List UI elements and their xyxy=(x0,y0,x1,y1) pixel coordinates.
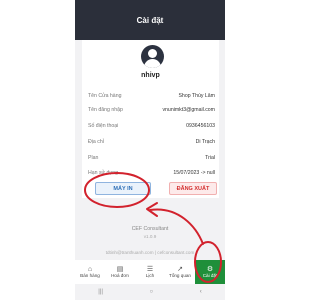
avatar-icon xyxy=(141,45,164,68)
nav-item-label: Tổng quan xyxy=(169,272,191,278)
logout-button[interactable]: ĐĂNG XUẤT xyxy=(169,182,217,195)
info-label: Số điện thoại xyxy=(88,123,119,129)
info-row-plan: Plan Trial xyxy=(88,152,215,164)
info-label: Tên Cửa hàng xyxy=(88,93,122,99)
nav-item-overview[interactable]: ↗ Tổng quan xyxy=(165,260,195,284)
nav-item-label: Lịch xyxy=(145,272,155,278)
info-value: Shop Thúy Lâm xyxy=(178,93,215,99)
nav-item-label: Cài đặt xyxy=(202,272,218,278)
profile-card: nhivp Tên Cửa hàng Shop Thúy Lâm Tên đăn… xyxy=(82,40,219,198)
username: nhivp xyxy=(141,72,160,79)
info-label: Địa chỉ xyxy=(88,139,104,145)
bottom-nav: ⌂ Bán hàng ▤ Hoá đơn ☰ Lịch ↗ Tổng quan … xyxy=(75,260,225,284)
footer-version: v1.0.9 xyxy=(143,234,157,239)
info-row-login: Tên đăng nhập vnunimkt3@gmail.com xyxy=(88,104,215,116)
phone-screen: Cài đặt nhivp Tên Cửa hàng Shop Thúy Lâm… xyxy=(75,0,225,300)
nav-item-calendar[interactable]: ☰ Lịch xyxy=(135,260,165,284)
info-row-store: Tên Cửa hàng Shop Thúy Lâm xyxy=(88,90,215,102)
nav-item-settings[interactable]: ⚙ Cài đặt xyxy=(195,260,225,284)
footer-contact: tdtinh@tranthuanh.com | cefconsultant.co… xyxy=(105,250,195,255)
info-value: vnunimkt3@gmail.com xyxy=(162,107,215,113)
logout-button-label: ĐĂNG XUẤT xyxy=(176,185,210,192)
nav-item-label: Hoá đơn xyxy=(111,272,129,278)
nav-item-sales[interactable]: ⌂ Bán hàng xyxy=(75,260,105,284)
store-icon: ⌂ xyxy=(87,265,93,273)
settings-icon: ⚙ xyxy=(206,265,214,273)
info-label: Tên đăng nhập xyxy=(88,107,123,113)
nav-item-invoices[interactable]: ▤ Hoá đơn xyxy=(105,260,135,284)
info-value: Trial xyxy=(205,155,215,161)
system-nav-bar: ||| ○ ‹ xyxy=(75,284,225,300)
info-row-address: Địa chỉ Di Trạch xyxy=(88,136,215,148)
app-header: Cài đặt xyxy=(75,0,225,40)
info-row-phone: Số điện thoại 0936456103 xyxy=(88,120,215,132)
footer-brand: CEF Consultant xyxy=(131,226,169,232)
back-icon[interactable]: ‹ xyxy=(200,289,202,295)
chart-icon: ↗ xyxy=(177,265,183,273)
printer-button[interactable]: MÁY IN xyxy=(95,182,151,195)
info-row-expiry: Hạn sử dụng 15/07/2023 -> null xyxy=(88,167,215,179)
receipt-icon: ▤ xyxy=(116,265,124,273)
info-value: Di Trạch xyxy=(195,139,215,145)
info-value: 15/07/2023 -> null xyxy=(173,170,215,176)
page-title: Cài đặt xyxy=(136,15,164,25)
calendar-icon: ☰ xyxy=(146,265,154,273)
info-label: Plan xyxy=(88,155,99,161)
home-icon[interactable]: ○ xyxy=(150,289,154,295)
nav-item-label: Bán hàng xyxy=(80,272,100,278)
info-value: 0936456103 xyxy=(186,123,215,129)
info-label: Hạn sử dụng xyxy=(88,170,119,176)
recent-apps-icon[interactable]: ||| xyxy=(98,289,103,295)
printer-button-label: MÁY IN xyxy=(113,185,133,192)
